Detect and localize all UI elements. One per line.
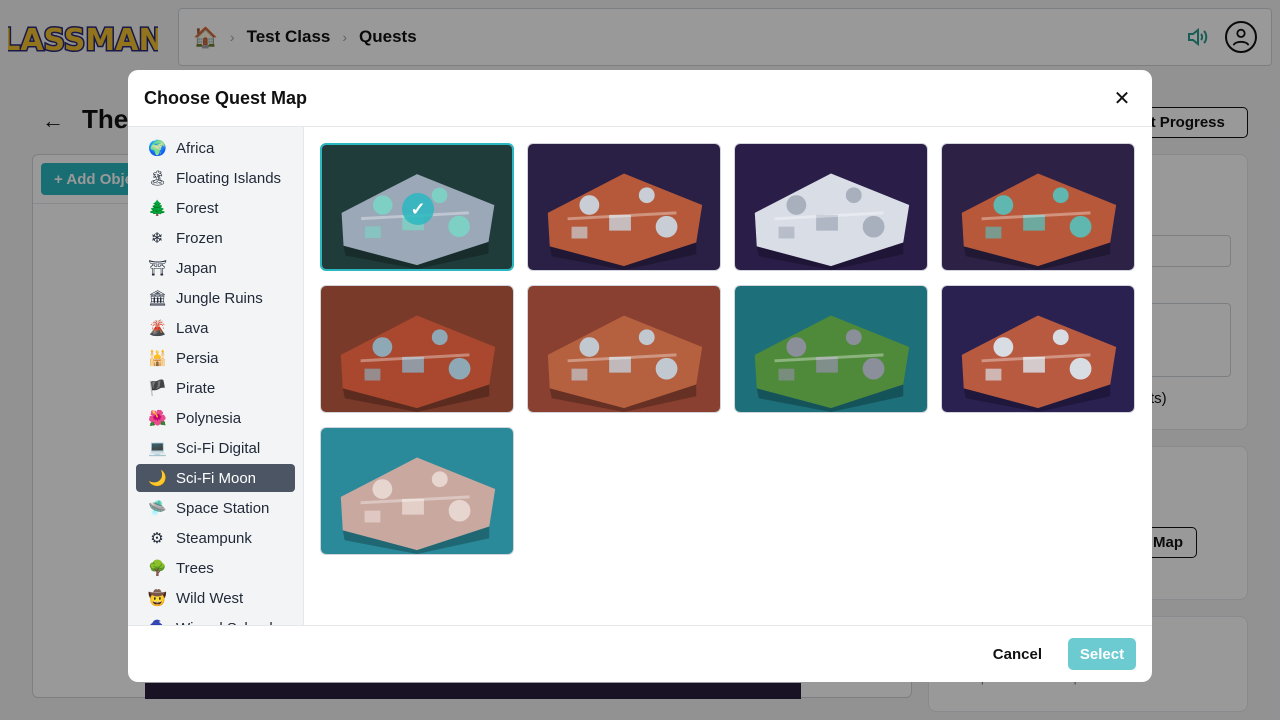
theme-item-steampunk[interactable]: ⚙ Steampunk [136,524,295,552]
theme-label: Sci-Fi Moon [176,469,257,487]
theme-label: Steampunk [176,529,252,547]
theme-label: Frozen [176,229,223,247]
map-thumbnail[interactable] [734,285,928,413]
theme-item-japan[interactable]: ⛩ Japan [136,254,295,282]
theme-label: Forest [176,199,219,217]
theme-icon: 🌳 [148,560,167,577]
theme-label: Pirate [176,379,216,397]
theme-item-wizard-school[interactable]: 🧙Wizard School [136,614,295,626]
theme-icon: 🌙 [148,470,167,487]
theme-icon: ⛩ [148,260,168,277]
theme-item-floating-islands[interactable]: 🏝 Floating Islands [136,164,295,192]
map-thumbnail[interactable]: ✓ [320,143,514,271]
theme-label: Space Station [176,499,270,517]
theme-label: Trees [176,559,214,577]
theme-item-africa[interactable]: 🌍 Africa [136,134,295,162]
theme-label: Lava [176,319,209,337]
theme-label: Sci-Fi Digital [176,439,261,457]
theme-icon: 🕌 [148,350,167,367]
theme-icon: 🛸 [148,500,167,517]
theme-icon: 🌍 [148,140,167,157]
theme-item-persia[interactable]: 🕌 Persia [136,344,295,372]
map-thumbnail[interactable] [320,427,514,555]
choose-quest-map-dialog: Choose Quest Map ✕ 🌍 Africa 🏝 Floating Isla… [128,70,1152,682]
theme-item-frozen[interactable]: ❄ Frozen [136,224,295,252]
theme-label: Persia [176,349,219,367]
theme-icon: ❄ [150,230,164,247]
theme-icon: 🏝 [148,170,168,187]
select-button[interactable]: Select [1068,638,1136,670]
theme-list[interactable]: 🌍 Africa 🏝 Floating Islands 🌲 Forest ❄ Frozen ⛩ J… [128,127,304,625]
theme-label: Africa [176,139,215,157]
theme-label: Floating Islands [176,169,282,187]
theme-icon: 🤠 [148,590,167,607]
theme-item-sci-fi-moon[interactable]: 🌙 Sci-Fi Moon [136,464,295,492]
theme-item-jungle-ruins[interactable]: 🏛 Jungle Ruins [136,284,295,312]
theme-icon: 🏛 [148,290,168,307]
check-icon: ✓ [402,193,434,225]
dialog-header: Choose Quest Map ✕ [128,70,1152,127]
theme-item-space-station[interactable]: 🛸 Space Station [136,494,295,522]
map-thumbnail[interactable] [941,143,1135,271]
theme-item-polynesia[interactable]: 🌺 Polynesia [136,404,295,432]
map-thumbnail[interactable] [320,285,514,413]
theme-label: Japan [176,259,217,277]
theme-item-pirate[interactable]: 🏴 Pirate [136,374,295,402]
theme-icon: ⚙ [150,530,164,547]
theme-icon: 🌋 [148,320,167,337]
theme-item-lava[interactable]: 🌋 Lava [136,314,295,342]
close-icon[interactable]: ✕ [1108,84,1136,112]
theme-item-sci-fi-digital[interactable]: 💻 Sci-Fi Digital [136,434,295,462]
theme-label: Polynesia [176,409,242,427]
dialog-footer: Cancel Select [128,625,1152,682]
theme-item-wild-west[interactable]: 🤠 Wild West [136,584,295,612]
map-thumbnail[interactable] [527,285,721,413]
theme-label: Wild West [176,589,244,607]
cancel-button[interactable]: Cancel [983,640,1052,669]
theme-icon: 🏴 [148,380,167,397]
theme-icon: 🌺 [148,410,167,427]
theme-item-trees[interactable]: 🌳 Trees [136,554,295,582]
theme-item-forest[interactable]: 🌲 Forest [136,194,295,222]
map-thumbnail[interactable] [734,143,928,271]
dialog-title: Choose Quest Map [144,87,308,108]
theme-icon: 🌲 [148,200,167,217]
theme-icon: 💻 [148,440,167,457]
map-thumbnail[interactable] [527,143,721,271]
theme-label: Jungle Ruins [176,289,263,307]
map-thumbnail[interactable] [941,285,1135,413]
